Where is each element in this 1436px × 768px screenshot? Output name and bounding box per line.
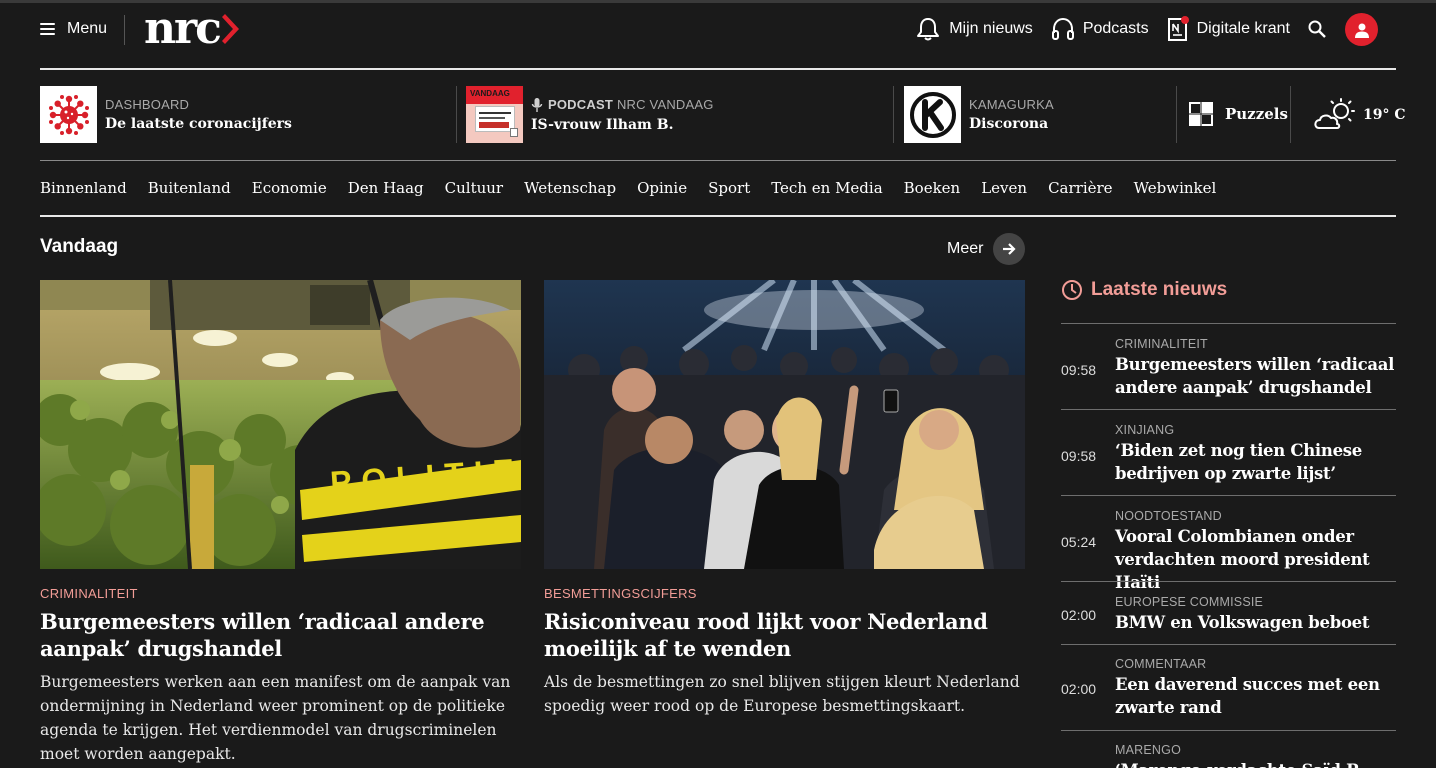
nrc-logo[interactable]: nrc	[144, 7, 242, 51]
section-carriere[interactable]: Carrière	[1048, 179, 1112, 197]
news-kicker: XINJIANG	[1115, 423, 1175, 437]
news-time: 02:00	[1061, 681, 1097, 697]
section-cultuur[interactable]: Cultuur	[445, 179, 503, 197]
laatste-nieuws-heading: Laatste nieuws	[1061, 279, 1227, 301]
article-title[interactable]: Burgemeesters willen ‘radicaal andere aa…	[40, 608, 521, 662]
sections-nav: Binnenland Buitenland Economie Den Haag …	[40, 179, 1237, 197]
promo-rule	[40, 160, 1396, 161]
news-title: Een daverend succes met een zwarte rand	[1115, 675, 1380, 717]
logo-chevron-icon	[221, 14, 239, 44]
article-card: POLITIE CRIMINALITEIT Burgemeesters will…	[40, 280, 521, 766]
article-kicker: BESMETTINGSCIJFERS	[544, 586, 697, 601]
promo-kamagurka[interactable]: KAMAGURKA Discorona	[904, 86, 1054, 143]
list-item[interactable]: 02:00 COMMENTAAR Een daverend succes met…	[1061, 644, 1396, 730]
article-lede: Burgemeesters werken aan een manifest om…	[40, 673, 511, 763]
account-button[interactable]	[1345, 13, 1378, 46]
puzzle-grid-icon	[1189, 102, 1213, 126]
article-lede: Als de besmettingen zo snel blijven stij…	[544, 673, 1020, 715]
menu-label: Menu	[67, 20, 108, 37]
promo-title: Discorona	[969, 116, 1049, 132]
virus-icon	[40, 86, 97, 143]
section-boeken[interactable]: Boeken	[904, 179, 961, 197]
list-item[interactable]: 09:58 CRIMINALITEIT Burgemeesters willen…	[1061, 323, 1396, 409]
promo-kicker: PODCAST NRC VANDAAG	[531, 97, 714, 113]
article-title[interactable]: Risiconiveau rood lijkt voor Nederland m…	[544, 608, 1025, 662]
mijn-nieuws-link[interactable]: Mijn nieuws	[915, 17, 1033, 41]
list-item[interactable]: 05:24 NOODTOESTAND Vooral Colombianen on…	[1061, 495, 1396, 592]
news-kicker: MARENGO	[1115, 743, 1181, 757]
article-card: BESMETTINGSCIJFERS Risiconiveau rood lij…	[544, 280, 1025, 718]
newspaper-icon	[1167, 16, 1189, 41]
section-binnenland[interactable]: Binnenland	[40, 179, 127, 197]
section-tech-en-media[interactable]: Tech en Media	[771, 179, 882, 197]
article-kicker: CRIMINALITEIT	[40, 586, 138, 601]
promo-title: IS-vrouw Ilham B.	[531, 116, 674, 133]
vandaag-heading: Vandaag	[40, 236, 119, 257]
podcast-cover: VANDAAG	[466, 86, 523, 143]
article-image-police[interactable]: POLITIE	[40, 280, 521, 569]
user-icon	[1354, 23, 1369, 38]
section-den-haag[interactable]: Den Haag	[348, 179, 424, 197]
news-time: 09:58	[1061, 362, 1097, 378]
header-rule	[40, 68, 1396, 70]
hamburger-icon	[40, 23, 55, 35]
clock-icon	[1062, 280, 1082, 300]
promo-kicker: KAMAGURKA	[969, 97, 1054, 112]
section-buitenland[interactable]: Buitenland	[148, 179, 231, 197]
promo-kicker: DASHBOARD	[105, 97, 190, 112]
arrow-right-icon	[993, 233, 1026, 265]
news-title: ‘Biden zet nog tien Chinese bedrijven op…	[1115, 441, 1362, 483]
news-time: 05:24	[1061, 534, 1097, 550]
list-item[interactable]: 02:00 EUROPESE COMMISSIE BMW en Volkswag…	[1061, 581, 1396, 644]
news-kicker: NOODTOESTAND	[1115, 509, 1222, 523]
news-title: ‘Marengo-verdachte Saïd R. weg	[1115, 759, 1396, 768]
digitale-krant-link[interactable]: Digitale krant	[1167, 16, 1290, 42]
news-title: BMW en Volkswagen beboet	[1115, 613, 1370, 632]
promo-podcast[interactable]: VANDAAG PODCAST NRC VANDAAG IS-vrouw Ilha…	[466, 86, 714, 143]
article-image-nightclub[interactable]	[544, 280, 1025, 569]
news-kicker: COMMENTAAR	[1115, 657, 1207, 671]
promo-title: De laatste coronacijfers	[105, 116, 292, 132]
promo-divider	[893, 86, 894, 143]
section-opinie[interactable]: Opinie	[637, 179, 687, 197]
section-leven[interactable]: Leven	[981, 179, 1027, 197]
weather-widget[interactable]: 19° C	[1313, 98, 1406, 132]
section-webwinkel[interactable]: Webwinkel	[1134, 179, 1217, 197]
list-item[interactable]: MARENGO ‘Marengo-verdachte Saïd R. weg	[1061, 730, 1396, 768]
news-time: 02:00	[1061, 607, 1097, 623]
promo-divider	[1290, 86, 1291, 143]
header-divider	[124, 15, 125, 45]
search-icon	[1308, 20, 1326, 38]
news-kicker: EUROPESE COMMISSIE	[1115, 595, 1264, 609]
meer-button[interactable]: Meer	[947, 233, 1026, 265]
news-kicker: CRIMINALITEIT	[1115, 337, 1208, 351]
puzzels-link[interactable]: Puzzels	[1189, 102, 1288, 126]
kamagurka-k-logo	[904, 86, 961, 143]
promo-dashboard[interactable]: DASHBOARD De laatste coronacijfers	[40, 86, 292, 143]
menu-button[interactable]: Menu	[40, 10, 107, 48]
news-title: Burgemeesters willen ‘radicaal andere aa…	[1115, 355, 1395, 397]
promo-divider	[1176, 86, 1177, 143]
microphone-icon	[531, 97, 543, 112]
search-button[interactable]	[1308, 20, 1326, 38]
podcasts-link[interactable]: Podcasts	[1051, 17, 1149, 41]
sections-rule	[40, 215, 1396, 217]
promo-divider	[456, 86, 457, 143]
latest-news-list: 09:58 CRIMINALITEIT Burgemeesters willen…	[1061, 323, 1396, 768]
section-sport[interactable]: Sport	[708, 179, 750, 197]
section-economie[interactable]: Economie	[252, 179, 327, 197]
weather-temp: 19° C	[1363, 107, 1406, 123]
news-time: 09:58	[1061, 448, 1097, 464]
list-item[interactable]: 09:58 XINJIANG ‘Biden zet nog tien Chine…	[1061, 409, 1396, 495]
section-wetenschap[interactable]: Wetenschap	[524, 179, 616, 197]
headphones-icon	[1051, 17, 1074, 40]
site-header: Menu nrc Mijn nieuws Podcasts Digitale k…	[40, 7, 1396, 51]
bell-icon	[917, 18, 940, 41]
partly-cloudy-icon	[1314, 98, 1355, 129]
header-nav: Mijn nieuws Podcasts Digitale krant	[897, 10, 1326, 48]
